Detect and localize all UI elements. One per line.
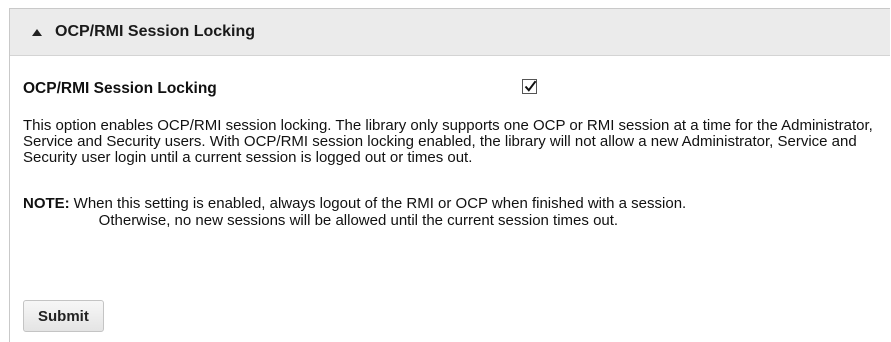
setting-row: OCP/RMI Session Locking xyxy=(23,79,890,100)
note-block: NOTE: When this setting is enabled, alwa… xyxy=(23,195,883,229)
note-text: When this setting is enabled, always log… xyxy=(74,195,687,229)
submit-button[interactable]: Submit xyxy=(23,300,104,332)
checkmark-icon xyxy=(524,80,537,92)
note-line-2: Otherwise, no new sessions will be allow… xyxy=(98,212,619,229)
triangle-up-icon[interactable] xyxy=(32,29,42,36)
note-label: NOTE: xyxy=(23,195,70,212)
section-header[interactable]: OCP/RMI Session Locking xyxy=(10,9,890,56)
note-line-1: When this setting is enabled, always log… xyxy=(73,195,687,212)
description-text: This option enables OCP/RMI session lock… xyxy=(23,117,873,166)
session-locking-panel: OCP/RMI Session Locking OCP/RMI Session … xyxy=(9,8,890,342)
session-locking-checkbox[interactable] xyxy=(522,79,537,94)
section-title: OCP/RMI Session Locking xyxy=(55,23,256,40)
setting-label: OCP/RMI Session Locking xyxy=(23,80,217,97)
